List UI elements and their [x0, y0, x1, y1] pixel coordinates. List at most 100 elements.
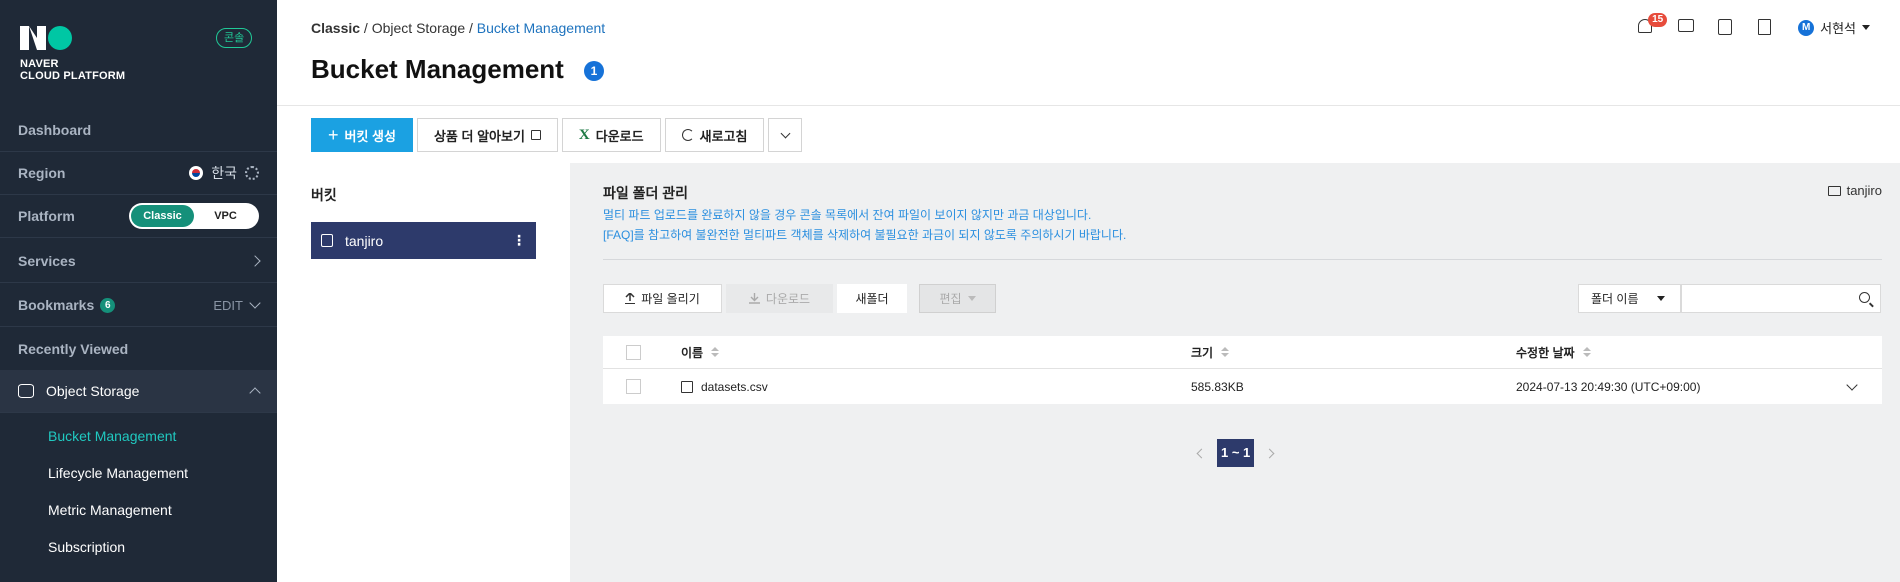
breadcrumb-classic[interactable]: Classic: [311, 20, 360, 36]
sub-item-bucket-management[interactable]: Bucket Management: [48, 428, 176, 444]
avatar: M: [1798, 19, 1815, 36]
plus-icon: +: [328, 125, 339, 145]
column-modified[interactable]: 수정한 날짜: [1516, 344, 1882, 361]
prev-page-icon[interactable]: [1196, 448, 1207, 458]
bucket-item[interactable]: tanjiro ⋮: [311, 222, 536, 259]
sort-icon: [711, 347, 720, 357]
bookmarks-edit-link[interactable]: EDIT: [213, 298, 243, 313]
new-folder-button[interactable]: 새폴더: [837, 284, 907, 313]
chevron-down-icon[interactable]: [249, 297, 261, 309]
guide-button[interactable]: [1758, 18, 1776, 37]
nav-services-label: Services: [18, 253, 76, 269]
user-menu[interactable]: M 서현석: [1798, 18, 1870, 37]
column-name[interactable]: 이름: [681, 344, 1191, 361]
table-row[interactable]: datasets.csv 585.83KB 2024-07-13 20:49:3…: [603, 369, 1882, 404]
faq-notice[interactable]: [FAQ]를 참고하여 불완전한 멀티파트 객체를 삭제하여 불필요한 과금이 …: [603, 226, 1126, 243]
refresh-button[interactable]: 새로고침: [664, 118, 765, 152]
next-page-icon[interactable]: [1264, 448, 1275, 458]
more-dropdown-button[interactable]: [768, 118, 803, 152]
current-page[interactable]: 1 ~ 1: [1217, 439, 1255, 467]
pagination: 1 ~ 1: [1196, 439, 1275, 467]
breadcrumb: Classic / Object Storage / Bucket Manage…: [311, 20, 605, 36]
nav-object-storage[interactable]: Object Storage: [0, 370, 277, 413]
sub-item-subscription[interactable]: Subscription: [48, 539, 125, 555]
row-expand-button[interactable]: [1822, 378, 1882, 391]
memo-icon: [1718, 18, 1733, 35]
nav-services[interactable]: Services: [0, 240, 277, 283]
sort-icon: [1582, 347, 1591, 357]
row-check-cell: [603, 379, 681, 394]
bucket-icon: [321, 234, 333, 247]
search-input[interactable]: [1682, 285, 1852, 312]
sub-item-lifecycle-management[interactable]: Lifecycle Management: [48, 465, 188, 481]
create-bucket-label: 버킷 생성: [344, 128, 396, 144]
download-file-button[interactable]: 다운로드: [726, 284, 833, 313]
multipart-notice: 멀티 파트 업로드를 완료하지 않을 경우 콘솔 목록에서 잔여 파일이 보이지…: [603, 208, 1092, 222]
kebab-menu-icon[interactable]: ⋮: [512, 232, 526, 249]
chat-button[interactable]: [1678, 18, 1696, 37]
file-table: 이름 크기 수정한 날짜 datasets.csv 585.83KB 2024-…: [603, 336, 1882, 404]
logo-circle: [48, 26, 72, 50]
learn-more-button[interactable]: 상품 더 알아보기: [416, 118, 558, 152]
platform-classic[interactable]: Classic: [131, 205, 194, 227]
edit-dropdown-button[interactable]: 편집: [919, 284, 996, 313]
chevron-down-icon: [780, 128, 791, 138]
nav-recently-viewed[interactable]: Recently Viewed: [0, 328, 277, 371]
breadcrumb-separator: /: [465, 20, 477, 36]
row-checkbox[interactable]: [626, 379, 641, 394]
notification-count-badge: 15: [1648, 12, 1668, 27]
memo-button[interactable]: [1718, 18, 1736, 37]
top-icons: 15 M 서현석: [1638, 12, 1870, 37]
title-count-badge: 1: [584, 61, 604, 81]
download-icon: [748, 293, 760, 304]
nav-dashboard-label: Dashboard: [18, 122, 92, 138]
file-management-panel: 파일 폴더 관리 멀티 파트 업로드를 완료하지 않을 경우 콘솔 목록에서 잔…: [570, 163, 1900, 582]
platform-toggle[interactable]: Classic VPC: [129, 203, 259, 229]
nav-bookmarks-right: EDIT: [213, 297, 261, 313]
folder-icon: [1827, 185, 1841, 196]
download-button[interactable]: X 다운로드: [561, 118, 661, 152]
breadcrumb-current[interactable]: Bucket Management: [477, 20, 605, 36]
notification-button[interactable]: 15: [1638, 12, 1668, 37]
current-folder-name: tanjiro: [1846, 183, 1882, 198]
korea-flag-icon: [189, 166, 204, 180]
file-icon: [681, 380, 693, 393]
upload-file-button[interactable]: 파일 올리기: [603, 284, 722, 313]
breadcrumb-object-storage[interactable]: Object Storage: [372, 20, 465, 36]
edit-label: 편집: [939, 292, 962, 306]
gear-icon[interactable]: [245, 166, 259, 180]
nav-platform: Platform Classic VPC: [0, 195, 277, 238]
upload-icon: [625, 292, 636, 304]
external-link-icon: [530, 130, 541, 140]
ncp-logo[interactable]: NAVER CLOUD PLATFORM: [20, 26, 125, 82]
nav-bookmarks[interactable]: Bookmarks 6 EDIT: [0, 284, 277, 327]
nav-dashboard[interactable]: Dashboard: [0, 109, 277, 152]
region-selector[interactable]: 한국: [189, 163, 259, 183]
nav-bookmarks-label: Bookmarks: [18, 297, 95, 313]
excel-icon: X: [578, 126, 590, 143]
column-size-label: 크기: [1191, 345, 1214, 360]
search-icon[interactable]: [1859, 292, 1870, 303]
refresh-label: 새로고침: [699, 128, 748, 144]
column-size[interactable]: 크기: [1191, 344, 1516, 361]
chevron-up-icon[interactable]: [249, 387, 261, 399]
logo-mark: [20, 26, 125, 50]
sub-item-metric-management[interactable]: Metric Management: [48, 502, 172, 518]
sort-icon: [1221, 347, 1230, 357]
chevron-down-icon: [1846, 378, 1858, 391]
select-all-checkbox[interactable]: [626, 344, 641, 360]
file-name[interactable]: datasets.csv: [701, 380, 768, 394]
search-box: [1681, 284, 1881, 313]
bookmarks-count-badge: 6: [100, 297, 116, 313]
book-icon: [1758, 18, 1772, 35]
create-bucket-button[interactable]: + 버킷 생성: [311, 118, 413, 152]
new-folder-label: 새폴더: [855, 292, 889, 306]
chevron-right-icon: [249, 255, 261, 267]
search-type-select[interactable]: 폴더 이름: [1578, 284, 1681, 313]
chat-icon: [1678, 18, 1695, 32]
platform-vpc[interactable]: VPC: [194, 205, 257, 227]
logo-n-shape: [20, 26, 46, 50]
platform-toggle-wrap: Classic VPC: [129, 203, 259, 229]
current-folder: tanjiro: [1827, 183, 1882, 198]
console-badge[interactable]: 콘솔: [216, 28, 253, 48]
